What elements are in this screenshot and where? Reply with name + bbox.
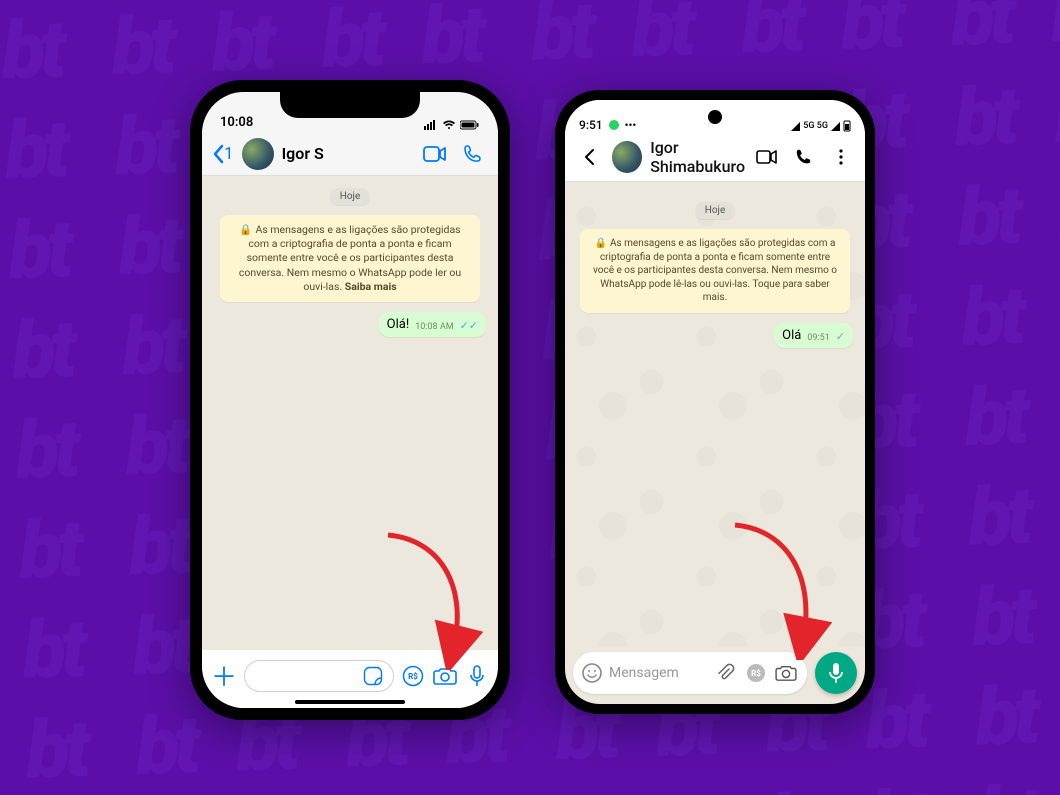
svg-text:R$: R$ bbox=[408, 672, 418, 681]
svg-text:R$: R$ bbox=[751, 669, 761, 678]
iphone-notch bbox=[280, 92, 420, 118]
net-label: 5G 5G bbox=[803, 121, 828, 131]
ios-chat-header: 1 Igor S bbox=[202, 132, 498, 176]
message-input[interactable]: Mensagem R$ bbox=[573, 652, 807, 694]
more-notif-icon: ••• bbox=[625, 119, 637, 132]
video-call-button[interactable] bbox=[753, 142, 782, 172]
whatsapp-notif-icon bbox=[608, 119, 620, 131]
mic-button[interactable] bbox=[464, 663, 490, 689]
encryption-notice[interactable]: 🔒As mensagens e as ligações são protegid… bbox=[580, 229, 850, 313]
lock-icon: 🔒 bbox=[239, 223, 252, 236]
outgoing-message-row: Olá! 10:08 AM ✓✓ bbox=[214, 312, 486, 337]
lock-icon: 🔒 bbox=[595, 238, 607, 249]
read-checks-icon: ✓✓ bbox=[460, 319, 478, 332]
signal-a-icon bbox=[791, 122, 800, 131]
encryption-text: As mensagens e as ligações são protegida… bbox=[593, 238, 837, 303]
payment-button[interactable]: R$ bbox=[400, 663, 426, 689]
voice-call-button[interactable] bbox=[458, 139, 488, 169]
iphone-frame: 10:08 1 Igor S Hoje 🔒As m bbox=[190, 80, 510, 720]
attach-plus-button[interactable]: ＋ bbox=[210, 657, 238, 694]
home-indicator bbox=[295, 700, 405, 704]
payment-button[interactable]: R$ bbox=[745, 662, 769, 684]
camera-button[interactable] bbox=[775, 664, 799, 682]
battery-icon bbox=[843, 120, 851, 132]
android-chat-body: Hoje 🔒As mensagens e as ligações são pro… bbox=[565, 190, 865, 646]
message-bubble[interactable]: Olá 09:51 ✓ bbox=[774, 323, 853, 348]
date-pill: Hoje bbox=[330, 188, 371, 205]
camera-button[interactable] bbox=[432, 663, 458, 689]
message-text: Olá! bbox=[387, 317, 410, 332]
date-pill: Hoje bbox=[695, 202, 736, 219]
voice-call-button[interactable] bbox=[790, 142, 819, 172]
signal-icon bbox=[424, 120, 438, 130]
attach-button[interactable] bbox=[715, 663, 739, 683]
more-options-button[interactable] bbox=[826, 142, 855, 172]
encryption-learn-more: Saiba mais bbox=[345, 280, 397, 293]
android-status-right: 5G 5G bbox=[791, 120, 851, 132]
encryption-notice[interactable]: 🔒As mensagens e as ligações são protegid… bbox=[220, 215, 480, 302]
ios-chat-body: Hoje 🔒As mensagens e as ligações são pro… bbox=[202, 176, 498, 656]
contact-name[interactable]: Igor Shimabukuro bbox=[650, 138, 745, 176]
android-status-time: 9:51 bbox=[579, 118, 603, 132]
battery-icon bbox=[460, 120, 480, 130]
android-status-bar: 9:51 ••• 5G 5G bbox=[565, 100, 865, 132]
android-screen: 9:51 ••• 5G 5G Igor Shimabukuro bbox=[565, 100, 865, 704]
outgoing-message-row: Olá 09:51 ✓ bbox=[577, 323, 853, 348]
ios-composer: ＋ R$ bbox=[202, 650, 498, 708]
emoji-button[interactable] bbox=[581, 662, 603, 684]
sent-check-icon: ✓ bbox=[836, 330, 845, 343]
android-frame: 9:51 ••• 5G 5G Igor Shimabukuro bbox=[555, 90, 875, 714]
arrow-left-icon bbox=[579, 147, 599, 167]
video-call-button[interactable] bbox=[420, 139, 450, 169]
android-composer: Mensagem R$ bbox=[565, 644, 865, 704]
message-bubble[interactable]: Olá! 10:08 AM ✓✓ bbox=[379, 312, 486, 337]
android-chat-header: Igor Shimabukuro bbox=[565, 132, 865, 182]
chevron-left-icon bbox=[212, 144, 224, 164]
back-button[interactable] bbox=[575, 142, 604, 172]
sticker-button[interactable] bbox=[363, 666, 387, 686]
message-time: 09:51 bbox=[807, 333, 829, 343]
message-time: 10:08 AM bbox=[415, 322, 453, 332]
iphone-screen: 10:08 1 Igor S Hoje 🔒As m bbox=[202, 92, 498, 708]
wifi-icon bbox=[442, 120, 456, 130]
background-pattern: btbt bbox=[0, 0, 1060, 795]
message-text: Olá bbox=[782, 328, 801, 343]
back-button[interactable]: 1 bbox=[212, 144, 234, 164]
android-camera-punch bbox=[708, 110, 722, 124]
contact-avatar[interactable] bbox=[612, 141, 643, 173]
ios-status-right bbox=[424, 120, 480, 130]
signal-b-icon bbox=[831, 122, 840, 131]
contact-avatar[interactable] bbox=[242, 138, 274, 170]
message-input[interactable] bbox=[244, 660, 394, 692]
mic-button[interactable] bbox=[815, 652, 857, 694]
back-badge: 1 bbox=[224, 144, 234, 164]
ios-status-time: 10:08 bbox=[220, 115, 253, 130]
input-placeholder: Mensagem bbox=[609, 665, 709, 681]
contact-name[interactable]: Igor S bbox=[282, 144, 412, 163]
kebab-icon bbox=[839, 149, 843, 165]
